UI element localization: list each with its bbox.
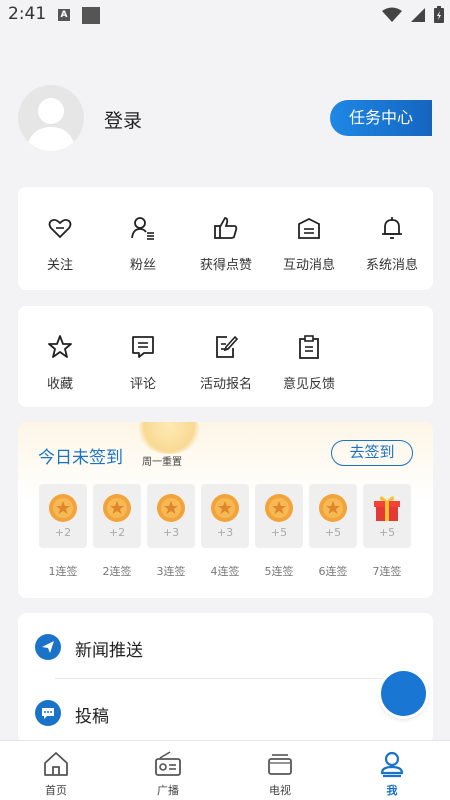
tab-label: 广播 bbox=[157, 784, 179, 797]
signin-day-6: +5 bbox=[309, 484, 357, 548]
signin-status-title: 今日未签到 bbox=[38, 448, 123, 468]
menu-item-interaction-messages[interactable]: 互动消息 bbox=[267, 215, 351, 273]
gift-icon bbox=[374, 496, 400, 521]
menu-item-label: 系统消息 bbox=[365, 258, 418, 273]
signin-day-7: +5 bbox=[363, 484, 411, 548]
list-divider bbox=[55, 678, 415, 679]
task-center-button[interactable]: 任务中心 bbox=[330, 100, 432, 136]
user-icon bbox=[380, 751, 404, 778]
tab-me[interactable]: 我 bbox=[336, 741, 448, 800]
a-badge-icon: A bbox=[58, 9, 70, 21]
signin-reset-note: 周一重置 bbox=[142, 457, 182, 468]
signin-points: +3 bbox=[216, 526, 234, 539]
status-icons bbox=[382, 6, 444, 23]
battery-icon bbox=[434, 6, 444, 23]
bottom-tab-bar: 首页 广播 电视 我 bbox=[0, 740, 450, 800]
signin-button[interactable]: 去签到 bbox=[331, 440, 413, 466]
menu-item-likes-received[interactable]: 获得点赞 bbox=[184, 215, 268, 273]
menu-item-fans[interactable]: 粉丝 bbox=[101, 215, 185, 273]
signin-day-label: 6连签 bbox=[318, 565, 348, 578]
wifi-icon bbox=[382, 7, 402, 22]
signin-points: +3 bbox=[162, 526, 180, 539]
signin-day-label: 1连签 bbox=[48, 565, 78, 578]
menu-item-event-registration[interactable]: 活动报名 bbox=[184, 334, 268, 392]
list-item-submit-article[interactable]: 投稿 bbox=[18, 682, 433, 742]
quick-menu-interactions: 关注 粉丝 获得点赞 互动消息 系统消息 bbox=[18, 187, 433, 290]
avatar[interactable] bbox=[18, 85, 84, 151]
signin-day-1: +2 bbox=[39, 484, 87, 548]
menu-item-favorites[interactable]: 收藏 bbox=[18, 334, 102, 392]
coin-icon bbox=[319, 494, 347, 522]
signin-day-3: +3 bbox=[147, 484, 195, 548]
signin-points: +2 bbox=[54, 526, 72, 539]
signin-day-label: 2连签 bbox=[102, 565, 132, 578]
tab-tv[interactable]: 电视 bbox=[224, 741, 336, 800]
signin-day-4: +3 bbox=[201, 484, 249, 548]
signin-day-label: 3连签 bbox=[156, 565, 186, 578]
chat-bubble-icon bbox=[35, 700, 61, 726]
signin-day-label: 7连签 bbox=[372, 565, 402, 578]
bell-icon bbox=[382, 217, 402, 239]
menu-item-label: 评论 bbox=[129, 377, 156, 392]
menu-item-label: 关注 bbox=[46, 258, 73, 273]
coin-icon bbox=[265, 494, 293, 522]
tab-label: 我 bbox=[386, 784, 398, 797]
profile-header: 登录 任务中心 bbox=[0, 80, 450, 155]
tab-radio[interactable]: 广播 bbox=[112, 741, 224, 800]
interaction-message-icon bbox=[298, 217, 320, 239]
home-icon bbox=[44, 752, 68, 776]
signin-points: +2 bbox=[108, 526, 126, 539]
signin-day-label: 4连签 bbox=[210, 565, 240, 578]
comment-icon bbox=[132, 336, 154, 358]
menu-item-feedback[interactable]: 意见反馈 bbox=[267, 334, 351, 392]
menu-item-label: 意见反馈 bbox=[282, 377, 335, 392]
tv-icon bbox=[268, 754, 292, 775]
signal-icon bbox=[411, 7, 425, 22]
floating-action-button[interactable] bbox=[381, 671, 426, 716]
login-link[interactable]: 登录 bbox=[104, 106, 142, 133]
list-item-label: 新闻推送 bbox=[75, 641, 143, 661]
quick-menu-tools: 收藏 评论 活动报名 意见反馈 bbox=[18, 306, 433, 407]
notification-square-icon bbox=[82, 7, 100, 24]
list-item-news-push[interactable]: 新闻推送 bbox=[18, 616, 433, 676]
tab-home[interactable]: 首页 bbox=[0, 741, 112, 800]
daily-signin-card: 今日未签到 周一重置 去签到 +2 +2 +3 +3 +5 +5 +5 1连签 … bbox=[18, 422, 433, 598]
signin-day-2: +2 bbox=[93, 484, 141, 548]
status-bar: 2:41 A bbox=[0, 0, 450, 30]
menu-item-label: 收藏 bbox=[46, 377, 73, 392]
coin-icon bbox=[103, 494, 131, 522]
coin-icon bbox=[157, 494, 185, 522]
signin-points: +5 bbox=[270, 526, 288, 539]
coin-decoration bbox=[138, 422, 200, 454]
default-avatar-icon bbox=[26, 98, 76, 151]
paper-plane-icon bbox=[35, 634, 61, 660]
menu-item-follow[interactable]: 关注 bbox=[18, 215, 102, 273]
signin-day-label: 5连签 bbox=[264, 565, 294, 578]
menu-item-label: 活动报名 bbox=[199, 377, 252, 392]
radio-icon bbox=[155, 751, 181, 776]
coin-icon bbox=[49, 494, 77, 522]
status-time: 2:41 bbox=[8, 4, 47, 24]
menu-item-system-messages[interactable]: 系统消息 bbox=[350, 215, 434, 273]
user-list-icon bbox=[131, 217, 154, 240]
coin-icon bbox=[211, 494, 239, 522]
tab-label: 首页 bbox=[45, 784, 67, 797]
heart-icon bbox=[48, 218, 72, 239]
signin-day-5: +5 bbox=[255, 484, 303, 548]
settings-list: 新闻推送 投稿 bbox=[18, 613, 433, 743]
star-icon bbox=[48, 335, 72, 358]
edit-form-icon bbox=[216, 335, 239, 358]
menu-item-label: 粉丝 bbox=[129, 258, 156, 273]
tab-label: 电视 bbox=[269, 784, 291, 797]
signin-points: +5 bbox=[378, 526, 396, 539]
menu-item-label: 获得点赞 bbox=[199, 258, 252, 273]
menu-item-label: 互动消息 bbox=[282, 258, 335, 273]
signin-points: +5 bbox=[324, 526, 342, 539]
clipboard-icon bbox=[299, 335, 319, 359]
list-item-label: 投稿 bbox=[75, 707, 109, 727]
thumbs-up-icon bbox=[214, 217, 238, 239]
menu-item-comments[interactable]: 评论 bbox=[101, 334, 185, 392]
